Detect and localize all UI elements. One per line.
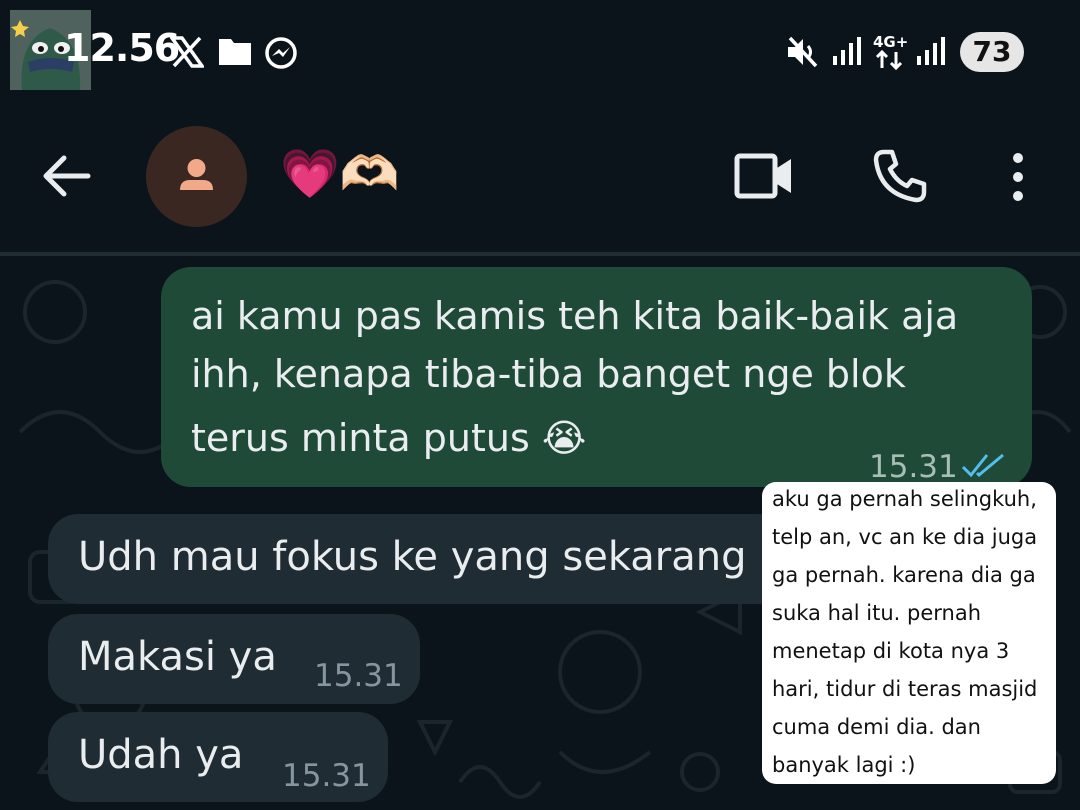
incoming-message[interactable]: Makasi ya 15.31 (48, 614, 420, 704)
video-call-icon[interactable] (734, 152, 794, 200)
contact-avatar[interactable] (146, 126, 247, 227)
mute-icon (788, 36, 818, 68)
message-time: 15.31 (314, 658, 403, 694)
battery-indicator: 73 (960, 32, 1024, 72)
message-text: Makasi ya (78, 634, 277, 680)
incoming-message[interactable]: Udh mau fokus ke yang sekarang (48, 514, 788, 604)
message-text: Udh mau fokus ke yang sekarang (78, 534, 747, 580)
outgoing-message[interactable]: ai kamu pas kamis teh kita baik-baik aja… (161, 267, 1032, 487)
status-bar: 12.56 4G+ 73 (0, 0, 1080, 100)
message-text: Udah ya (78, 732, 244, 778)
signal-icon (833, 37, 861, 65)
message-text: ai kamu pas kamis teh kita baik-baik aja… (191, 294, 959, 460)
read-receipt-icon (961, 453, 1004, 478)
incoming-message[interactable]: Udah ya 15.31 (48, 712, 388, 802)
signal-icon (917, 37, 945, 65)
back-arrow-icon[interactable] (40, 150, 92, 202)
status-time: 12.56 (64, 26, 180, 70)
phone-icon[interactable] (872, 148, 928, 204)
person-icon (180, 159, 213, 190)
folder-icon (219, 39, 251, 65)
svg-text:4G+: 4G+ (873, 33, 908, 51)
message-time: 15.31 (869, 449, 958, 485)
overlay-text-note: aku ga pernah selingkuh, telp an, vc an … (762, 482, 1056, 784)
message-list[interactable]: ai kamu pas kamis teh kita baik-baik aja… (0, 252, 1080, 810)
messenger-icon (265, 37, 297, 69)
x-logo-icon (170, 36, 204, 68)
contact-name[interactable]: 💗🫶🏻 (280, 146, 400, 202)
header-divider (0, 252, 1080, 256)
4g-icon: 4G+ (873, 33, 908, 70)
chat-header: 💗🫶🏻 (0, 100, 1080, 252)
more-options-icon[interactable] (1008, 152, 1028, 202)
message-time: 15.31 (282, 758, 371, 794)
